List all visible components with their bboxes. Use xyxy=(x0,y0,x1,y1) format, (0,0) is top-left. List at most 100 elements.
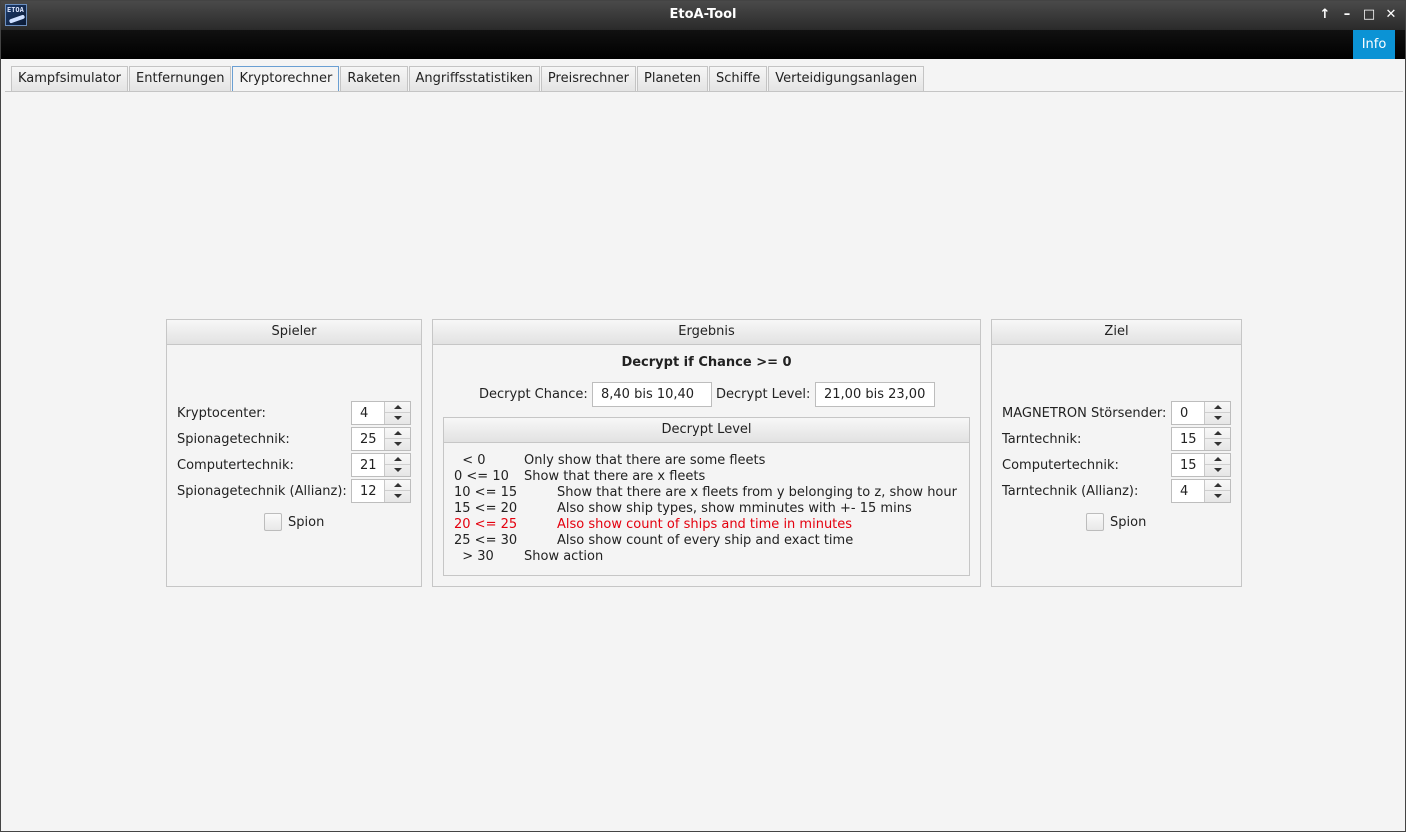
spionagetechnik-allianz-label: Spionagetechnik (Allianz): xyxy=(177,484,347,499)
tab-angriffsstatistiken[interactable]: Angriffsstatistiken xyxy=(408,66,540,91)
ziel-spion-checkbox-row[interactable]: Spion xyxy=(1086,513,1166,533)
decrypt-chance-field[interactable]: 8,40 bis 10,40 xyxy=(592,382,712,407)
computertechnik-spinner[interactable]: 21 xyxy=(351,453,411,477)
tarntechnik-row: Tarntechnik: 15 xyxy=(1002,427,1231,451)
tab-planeten[interactable]: Planeten xyxy=(637,66,709,91)
computertechnik-label: Computertechnik: xyxy=(177,458,294,473)
spinner-up-icon[interactable] xyxy=(385,480,410,491)
title-bar: ETOA EtoA-Tool ↑ – □ ✕ xyxy=(1,1,1405,30)
tarntechnik-value[interactable]: 15 xyxy=(1180,432,1197,447)
decrypt-headline: Decrypt if Chance >= 0 xyxy=(621,355,792,370)
magnetron-row: MAGNETRON Störsender: 0 xyxy=(1002,401,1231,425)
level-range: 10 <= 15 xyxy=(454,485,518,500)
tarntechnik-allianz-spinner[interactable]: 4 xyxy=(1171,479,1231,503)
maximize-up-icon[interactable]: ↑ xyxy=(1317,5,1333,25)
spionagetechnik-allianz-value[interactable]: 12 xyxy=(360,484,377,499)
level-description: Show action xyxy=(524,549,604,564)
spinner-down-icon[interactable] xyxy=(1205,491,1230,502)
computertechnik-row: Computertechnik: 21 xyxy=(177,453,411,477)
level-description: Show that there are x fleets xyxy=(524,469,706,484)
spinner-up-icon[interactable] xyxy=(385,402,410,413)
magnetron-spinner[interactable]: 0 xyxy=(1171,401,1231,425)
kryptocenter-label: Kryptocenter: xyxy=(177,406,266,421)
spinner-up-icon[interactable] xyxy=(385,428,410,439)
decrypt-level-panel-title: Decrypt Level xyxy=(444,418,969,443)
spinner-down-icon[interactable] xyxy=(385,465,410,476)
spionagetechnik-spinner[interactable]: 25 xyxy=(351,427,411,451)
ziel-computertechnik-row: Computertechnik: 15 xyxy=(1002,453,1231,477)
kryptocenter-spinner[interactable]: 4 xyxy=(351,401,411,425)
spinner-down-icon[interactable] xyxy=(1205,465,1230,476)
decrypt-level-panel: Decrypt Level < 0 Only show that there a… xyxy=(443,417,970,576)
ergebnis-panel-title: Ergebnis xyxy=(433,320,980,345)
tab-kryptorechner[interactable]: Kryptorechner xyxy=(232,66,340,91)
tarntechnik-allianz-row: Tarntechnik (Allianz): 4 xyxy=(1002,479,1231,503)
level-description: Only show that there are some fleets xyxy=(524,453,766,468)
spinner-up-icon[interactable] xyxy=(385,454,410,465)
computertechnik-value[interactable]: 21 xyxy=(360,458,377,473)
tab-divider xyxy=(5,91,1403,92)
tarntechnik-allianz-value[interactable]: 4 xyxy=(1180,484,1188,499)
tarntechnik-allianz-label: Tarntechnik (Allianz): xyxy=(1002,484,1139,499)
level-range: 15 <= 20 xyxy=(454,501,518,516)
level-range: > 30 xyxy=(454,549,494,564)
tab-bar: Kampfsimulator Entfernungen Kryptorechne… xyxy=(11,66,925,91)
window-title: EtoA-Tool xyxy=(669,7,737,22)
spinner-up-icon[interactable] xyxy=(1205,454,1230,465)
maximize-icon[interactable]: □ xyxy=(1361,5,1377,25)
tab-kampfsimulator[interactable]: Kampfsimulator xyxy=(11,66,129,91)
tarntechnik-spinner[interactable]: 15 xyxy=(1171,427,1231,451)
spinner-up-icon[interactable] xyxy=(1205,480,1230,491)
spinner-down-icon[interactable] xyxy=(385,491,410,502)
spinner-up-icon[interactable] xyxy=(1205,402,1230,413)
ziel-spion-checkbox[interactable] xyxy=(1086,513,1104,531)
ziel-panel-title: Ziel xyxy=(992,320,1241,345)
tab-preisrechner[interactable]: Preisrechner xyxy=(540,66,637,91)
kryptocenter-row: Kryptocenter: 4 xyxy=(177,401,411,425)
spinner-down-icon[interactable] xyxy=(1205,439,1230,450)
app-window: ETOA EtoA-Tool ↑ – □ ✕ Info Kampfsimulat… xyxy=(0,0,1406,832)
tarntechnik-label: Tarntechnik: xyxy=(1002,432,1082,447)
decrypt-chance-label: Decrypt Chance: xyxy=(479,387,588,402)
spinner-down-icon[interactable] xyxy=(385,413,410,424)
close-icon[interactable]: ✕ xyxy=(1383,5,1399,25)
tab-raketen[interactable]: Raketen xyxy=(340,66,408,91)
tab-schiffe[interactable]: Schiffe xyxy=(709,66,768,91)
ergebnis-panel: Ergebnis Decrypt if Chance >= 0 Decrypt … xyxy=(432,319,981,587)
decrypt-level-field[interactable]: 21,00 bis 23,00 xyxy=(815,382,935,407)
ziel-computertechnik-value[interactable]: 15 xyxy=(1180,458,1197,473)
ziel-spion-label: Spion xyxy=(1110,515,1147,530)
spionagetechnik-label: Spionagetechnik: xyxy=(177,432,290,447)
spieler-panel: Spieler Kryptocenter: 4 Spionagetechnik:… xyxy=(166,319,422,587)
level-description: Also show count of ships and time in min… xyxy=(557,517,853,532)
level-range: 0 <= 10 xyxy=(454,469,509,484)
spieler-spion-checkbox-row[interactable]: Spion xyxy=(264,513,344,533)
spieler-spion-label: Spion xyxy=(288,515,325,530)
spionagetechnik-value[interactable]: 25 xyxy=(360,432,377,447)
tab-verteidigungsanlagen[interactable]: Verteidigungsanlagen xyxy=(768,66,925,91)
minimize-icon[interactable]: – xyxy=(1339,5,1355,25)
level-description: Also show ship types, show mminutes with… xyxy=(557,501,912,516)
ziel-computertechnik-label: Computertechnik: xyxy=(1002,458,1119,473)
ziel-panel: Ziel MAGNETRON Störsender: 0 Tarntechnik… xyxy=(991,319,1242,587)
tab-entfernungen[interactable]: Entfernungen xyxy=(129,66,232,91)
decrypt-level-label: Decrypt Level: xyxy=(716,387,811,402)
kryptocenter-value[interactable]: 4 xyxy=(360,406,368,421)
level-description: Also show count of every ship and exact … xyxy=(557,533,854,548)
level-range: 20 <= 25 xyxy=(454,517,518,532)
spinner-up-icon[interactable] xyxy=(1205,428,1230,439)
ziel-computertechnik-spinner[interactable]: 15 xyxy=(1171,453,1231,477)
spieler-panel-title: Spieler xyxy=(167,320,421,345)
spionagetechnik-row: Spionagetechnik: 25 xyxy=(177,427,411,451)
magnetron-label: MAGNETRON Störsender: xyxy=(1002,406,1167,421)
info-button[interactable]: Info xyxy=(1353,30,1395,59)
level-range: < 0 xyxy=(454,453,486,468)
magnetron-value[interactable]: 0 xyxy=(1180,406,1188,421)
spieler-spion-checkbox[interactable] xyxy=(264,513,282,531)
toolbar: Info xyxy=(1,30,1405,59)
spinner-down-icon[interactable] xyxy=(1205,413,1230,424)
level-description: Show that there are x fleets from y belo… xyxy=(557,485,957,500)
spionagetechnik-allianz-row: Spionagetechnik (Allianz): 12 xyxy=(177,479,411,503)
spionagetechnik-allianz-spinner[interactable]: 12 xyxy=(351,479,411,503)
spinner-down-icon[interactable] xyxy=(385,439,410,450)
